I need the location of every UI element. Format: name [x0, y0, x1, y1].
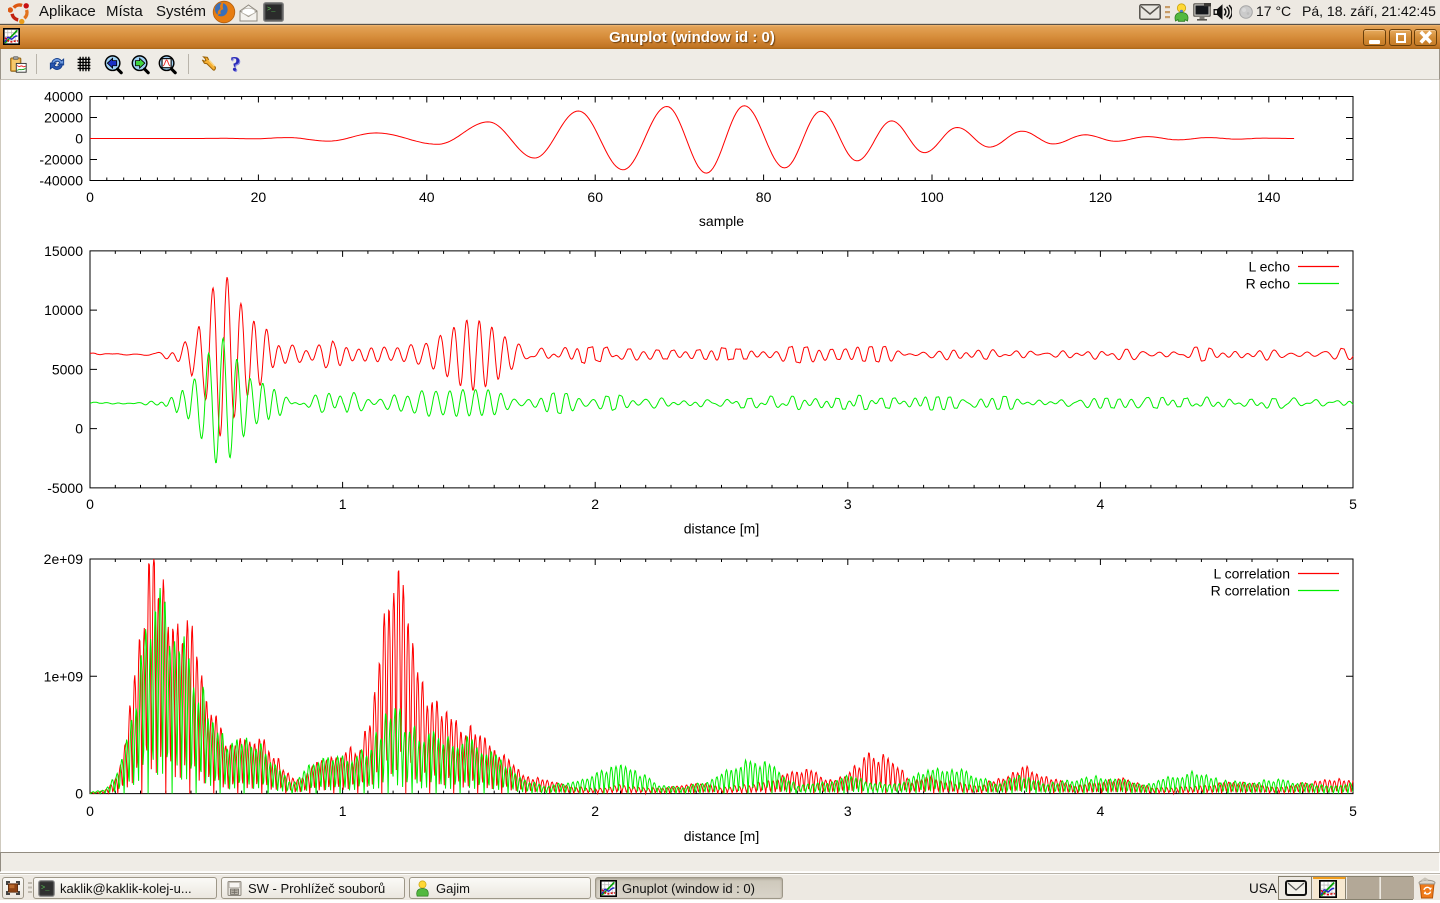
- svg-text:distance [m]: distance [m]: [684, 521, 759, 537]
- svg-text:0: 0: [86, 496, 94, 512]
- svg-text:L echo: L echo: [1248, 259, 1290, 275]
- svg-text:-5000: -5000: [47, 480, 83, 496]
- svg-text:15000: 15000: [44, 243, 83, 259]
- svg-text:R echo: R echo: [1246, 276, 1291, 292]
- svg-text:R correlation: R correlation: [1211, 583, 1290, 599]
- svg-text:1e+09: 1e+09: [44, 668, 84, 684]
- svg-text:20000: 20000: [44, 110, 83, 126]
- svg-text:2: 2: [591, 803, 599, 819]
- svg-text:4: 4: [1097, 496, 1105, 512]
- svg-text:3: 3: [844, 803, 852, 819]
- svg-text:3: 3: [844, 496, 852, 512]
- svg-text:4: 4: [1097, 803, 1105, 819]
- svg-text:0: 0: [86, 189, 94, 205]
- svg-text:40000: 40000: [44, 89, 83, 105]
- svg-text:-20000: -20000: [39, 152, 83, 168]
- svg-text:100: 100: [920, 189, 944, 205]
- svg-text:>_: >_: [41, 885, 50, 893]
- svg-text:40: 40: [419, 189, 435, 205]
- svg-text:1: 1: [339, 803, 347, 819]
- svg-text:2e+09: 2e+09: [44, 551, 84, 567]
- svg-text:sample: sample: [699, 213, 744, 229]
- svg-text:0: 0: [75, 421, 83, 437]
- svg-text:0: 0: [75, 131, 83, 147]
- svg-text:L correlation: L correlation: [1213, 566, 1290, 582]
- svg-text:-40000: -40000: [39, 173, 83, 189]
- svg-text:5: 5: [1349, 496, 1357, 512]
- svg-text:1: 1: [339, 496, 347, 512]
- svg-text:5000: 5000: [52, 361, 83, 377]
- svg-text:0: 0: [86, 803, 94, 819]
- svg-text:5: 5: [1349, 803, 1357, 819]
- svg-text:140: 140: [1257, 189, 1281, 205]
- svg-text:>_: >_: [267, 6, 276, 14]
- svg-text:80: 80: [756, 189, 772, 205]
- svg-text:120: 120: [1089, 189, 1113, 205]
- svg-text:60: 60: [587, 189, 603, 205]
- svg-text:10000: 10000: [44, 302, 83, 318]
- svg-text:2: 2: [591, 496, 599, 512]
- svg-text:0: 0: [75, 786, 83, 802]
- svg-text:distance [m]: distance [m]: [684, 828, 759, 844]
- svg-text:20: 20: [251, 189, 267, 205]
